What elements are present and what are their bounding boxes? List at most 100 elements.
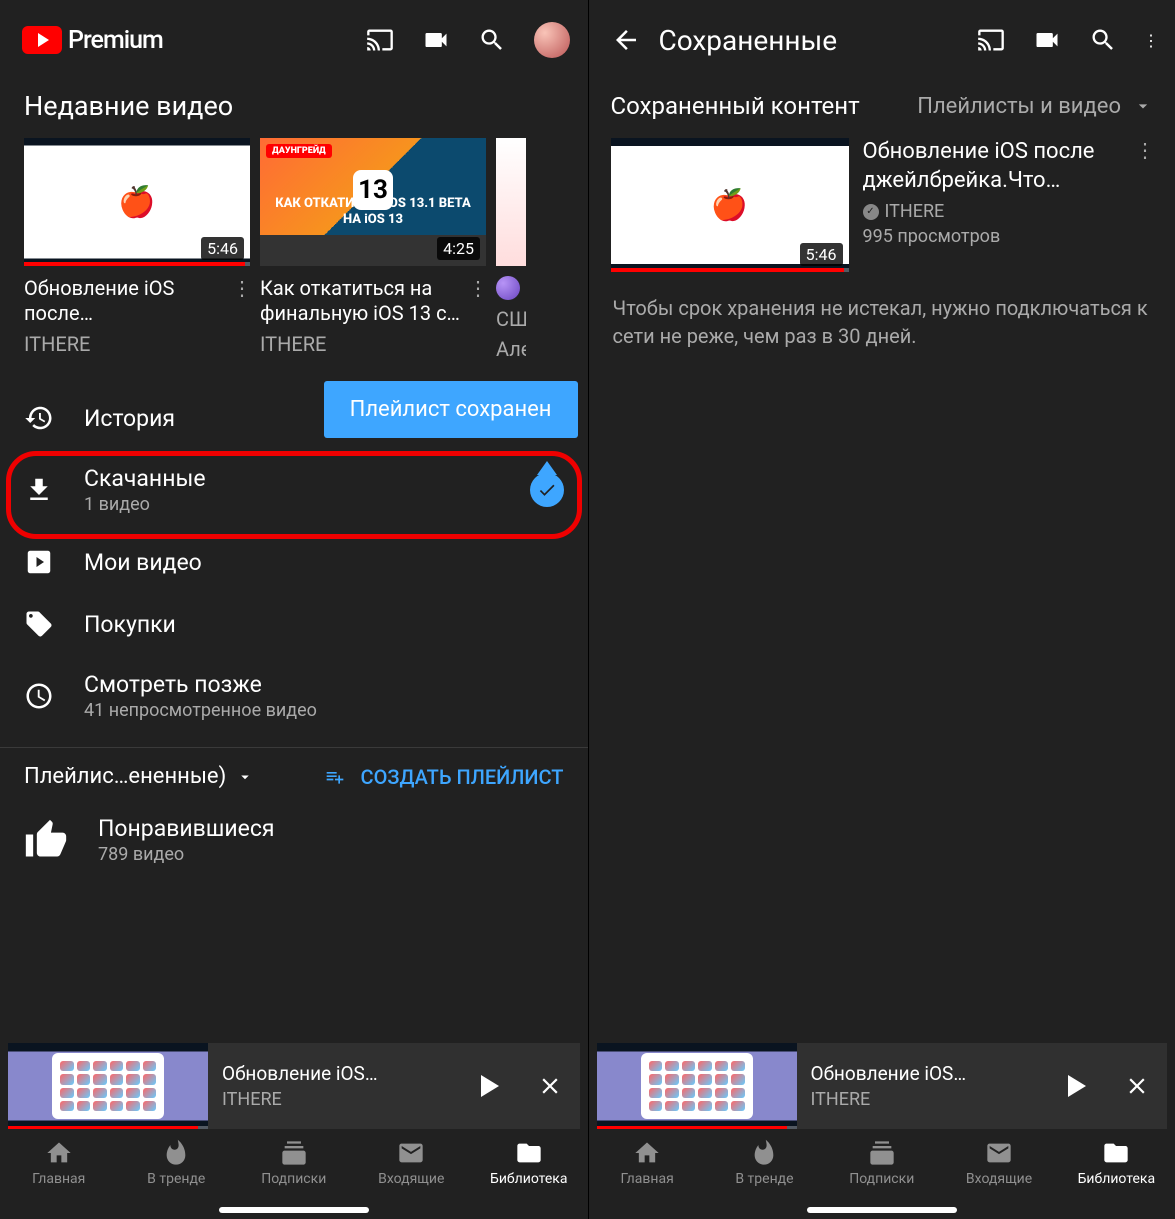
nav-library[interactable]: Библиотека <box>470 1139 588 1187</box>
menu-purchases[interactable]: Покупки <box>0 593 588 655</box>
apple-logo-icon: 🍎 <box>118 185 155 220</box>
play-icon <box>1068 1075 1086 1097</box>
download-icon <box>24 475 54 505</box>
playlist-count: 789 видео <box>98 844 564 865</box>
video-channel: ITHERE <box>260 332 486 356</box>
mail-icon <box>397 1139 425 1167</box>
apple-logo-icon: 🍎 <box>711 188 748 223</box>
menu-label: Скачанные <box>84 465 500 492</box>
play-square-icon <box>24 547 54 577</box>
home-icon <box>45 1139 73 1167</box>
playlist-title: Понравившиеся <box>98 815 564 842</box>
video-thumbnail[interactable]: 🍎 5:46 <box>611 138 849 272</box>
page-title: Сохраненные <box>659 24 838 57</box>
search-icon[interactable] <box>1089 26 1117 54</box>
play-button[interactable] <box>460 1056 520 1116</box>
more-icon[interactable]: ⋮ <box>1135 138 1153 272</box>
menu-label: Покупки <box>84 611 564 638</box>
library-menu: Плейлист сохранен История Скачанные 1 ви… <box>0 387 588 737</box>
header: Сохраненные ⋮ <box>589 0 1175 80</box>
cast-icon[interactable] <box>977 26 1005 54</box>
more-icon[interactable]: ⋮ <box>1145 26 1157 54</box>
menu-watch-later[interactable]: Смотреть позже 41 непросмотренное видео <box>0 655 588 737</box>
expiry-note: Чтобы срок хранения не истекал, нужно по… <box>589 272 1175 372</box>
video-thumbnail[interactable]: ДАУНГРЕЙД 13 КАК ОТКАТИТЬ С iOS 13.1 BET… <box>260 138 486 266</box>
search-icon[interactable] <box>478 26 506 54</box>
menu-label: Мои видео <box>84 549 564 576</box>
video-duration: 5:46 <box>800 243 843 266</box>
video-channel: Але <box>496 337 526 361</box>
home-indicator <box>807 1207 957 1213</box>
nav-trending[interactable]: В тренде <box>118 1139 236 1187</box>
video-duration: 5:46 <box>201 237 244 260</box>
saved-video-item[interactable]: 🍎 5:46 Обновление iOS после джейлбрейка.… <box>589 138 1175 272</box>
mail-icon <box>985 1139 1013 1167</box>
menu-my-videos[interactable]: Мои видео <box>0 531 588 593</box>
playlists-header: Плейлис…ененные) СОЗДАТЬ ПЛЕЙЛИСТ <box>0 758 588 803</box>
menu-sublabel: 41 непросмотренное видео <box>84 700 564 721</box>
close-button[interactable] <box>520 1056 580 1116</box>
filter-dropdown[interactable]: Плейлисты и видео <box>917 94 1153 119</box>
toast-playlist-saved: Плейлист сохранен <box>324 381 578 438</box>
nav-subscriptions[interactable]: Подписки <box>823 1139 940 1187</box>
playlist-add-icon <box>321 767 349 787</box>
more-icon[interactable]: ⋮ <box>468 276 486 300</box>
video-card[interactable]: ДАУНГРЕЙД 13 КАК ОТКАТИТЬ С iOS 13.1 BET… <box>260 138 486 361</box>
mini-thumbnail[interactable] <box>8 1043 208 1129</box>
divider <box>0 747 588 748</box>
playlist-sort-dropdown[interactable]: Плейлис…ененные) <box>24 764 254 789</box>
create-playlist-button[interactable]: СОЗДАТЬ ПЛЕЙЛИСТ <box>321 765 564 789</box>
mini-player[interactable]: Обновление iOS… ITHERE <box>8 1043 580 1129</box>
chevron-down-icon <box>236 768 254 786</box>
mini-channel: ITHERE <box>811 1089 1034 1110</box>
nav-inbox[interactable]: Входящие <box>940 1139 1057 1187</box>
back-button[interactable] <box>611 25 641 55</box>
mini-title: Обновление iOS… <box>222 1062 446 1085</box>
youtube-premium-logo[interactable]: Premium <box>22 26 163 55</box>
video-card[interactable]: 🍎 5:46 Обновление iOS после… ⋮ ITHERE <box>24 138 250 361</box>
mini-player[interactable]: Обновление iOS… ITHERE <box>597 1043 1168 1129</box>
mini-title: Обновление iOS… <box>811 1062 1034 1085</box>
camera-icon[interactable] <box>422 26 450 54</box>
subscriptions-icon <box>868 1139 896 1167</box>
menu-downloads[interactable]: Скачанные 1 видео <box>0 449 588 531</box>
video-title: Обновление iOS после джейлбрейка.Что… <box>863 138 1122 195</box>
mini-channel: ITHERE <box>222 1089 446 1110</box>
verified-icon: ✓ <box>863 204 879 220</box>
youtube-play-icon <box>22 26 62 54</box>
header: Premium <box>0 0 588 80</box>
cast-icon[interactable] <box>366 26 394 54</box>
avatar[interactable] <box>534 22 570 58</box>
downloads-screen: Сохраненные ⋮ Сохраненный контент Плейли… <box>588 0 1175 1219</box>
video-thumbnail[interactable]: 🍎 5:46 <box>24 138 250 266</box>
tabs: Сохраненный контент Плейлисты и видео <box>589 80 1175 138</box>
nav-library[interactable]: Библиотека <box>1058 1139 1175 1187</box>
liked-videos-item[interactable]: Понравившиеся 789 видео <box>0 803 588 877</box>
camera-icon[interactable] <box>1033 26 1061 54</box>
nav-trending[interactable]: В тренде <box>706 1139 823 1187</box>
tag-icon <box>24 609 54 639</box>
video-channel: ✓ITHERE <box>863 201 1122 222</box>
recent-videos-row[interactable]: 🍎 5:46 Обновление iOS после… ⋮ ITHERE ДА… <box>0 138 588 361</box>
close-button[interactable] <box>1107 1056 1167 1116</box>
video-card[interactable]: L СШ Але <box>496 138 526 361</box>
video-thumbnail[interactable] <box>496 138 526 266</box>
nav-home[interactable]: Главная <box>0 1139 118 1187</box>
more-icon[interactable]: ⋮ <box>232 276 250 300</box>
nav-home[interactable]: Главная <box>589 1139 706 1187</box>
video-title: Как откатиться на финальную iOS 13 с… <box>260 276 460 326</box>
close-icon <box>537 1073 563 1099</box>
bottom-nav: Главная В тренде Подписки Входящие Библи… <box>589 1129 1175 1219</box>
nav-inbox[interactable]: Входящие <box>353 1139 471 1187</box>
chevron-down-icon <box>1133 96 1153 116</box>
tab-saved-content[interactable]: Сохраненный контент <box>611 92 860 120</box>
thumbs-up-icon <box>24 818 68 862</box>
play-button[interactable] <box>1047 1056 1107 1116</box>
video-views: 995 просмотров <box>863 226 1122 247</box>
premium-label: Premium <box>68 26 163 55</box>
nav-subscriptions[interactable]: Подписки <box>235 1139 353 1187</box>
mini-thumbnail[interactable] <box>597 1043 797 1129</box>
history-icon <box>24 403 54 433</box>
play-icon <box>481 1075 499 1097</box>
channel-avatar-icon <box>496 276 520 300</box>
